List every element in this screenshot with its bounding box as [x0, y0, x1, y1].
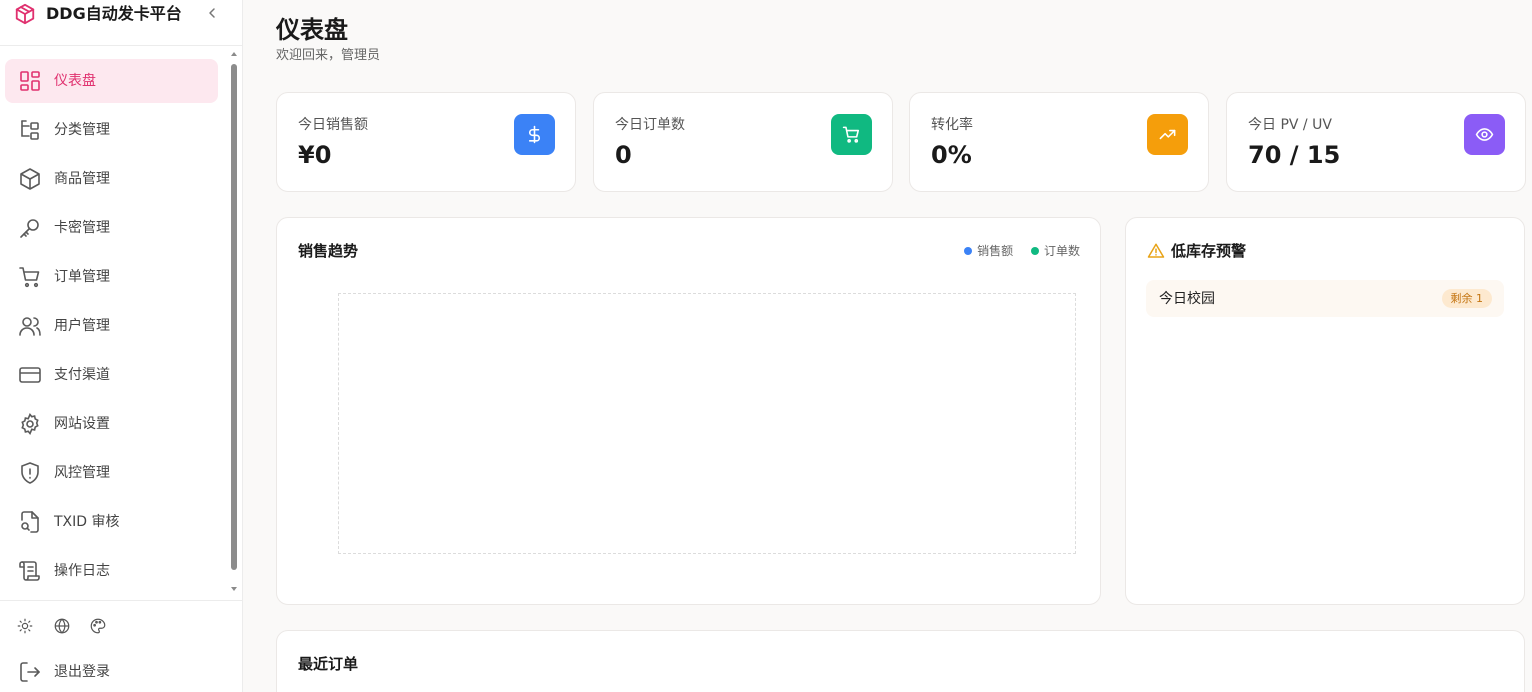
shield-alert-icon: [21, 462, 39, 484]
sidebar-item-label: 订单管理: [54, 269, 110, 285]
sidebar-item-label: 卡密管理: [54, 220, 110, 236]
sidebar-item-payment-channels[interactable]: 支付渠道: [5, 353, 218, 397]
stat-card-pv-uv: 今日 PV / UV 70 / 15: [1226, 92, 1526, 192]
low-stock-item[interactable]: 今日校园 剩余 1: [1146, 280, 1504, 317]
stat-icon-box: [831, 114, 872, 155]
logout-button[interactable]: 退出登录: [5, 654, 218, 690]
trending-up-icon: [1159, 129, 1176, 140]
stat-label: 今日销售额: [298, 117, 368, 133]
product-name: 今日校园: [1159, 291, 1215, 307]
legend-dot: [1030, 247, 1039, 255]
legend-item-sales: 销售额: [964, 243, 1013, 259]
app-name: DDG自动发卡平台: [46, 4, 182, 23]
sidebar-nav: 仪表盘 分类管理 商品管理 卡密管理 订单管理 用户管理 支付渠道 网站设置 风…: [0, 50, 230, 598]
palette-icon[interactable]: [89, 617, 107, 635]
stat-value: 0: [615, 141, 632, 169]
sidebar-item-label: 网站设置: [54, 416, 110, 432]
sidebar-item-products[interactable]: 商品管理: [5, 157, 218, 201]
stat-label: 今日 PV / UV: [1248, 117, 1332, 133]
category-icon: [21, 120, 39, 140]
sidebar-item-operation-logs[interactable]: 操作日志: [5, 549, 218, 593]
stat-card-sales: 今日销售额 ¥0: [276, 92, 576, 192]
legend-dot: [964, 247, 973, 255]
legend-label: 销售额: [977, 244, 1014, 258]
dollar-icon: [528, 125, 540, 144]
dashboard-icon: [20, 71, 40, 91]
cart-icon: [19, 267, 40, 288]
sidebar-item-site-settings[interactable]: 网站设置: [5, 402, 218, 446]
stat-value: 0%: [931, 141, 972, 169]
warning-triangle-icon: [1147, 243, 1165, 258]
sidebar-footer: 退出登录: [0, 600, 242, 692]
low-stock-panel: 低库存预警 今日校园 剩余 1: [1125, 217, 1525, 605]
credit-card-icon: [19, 367, 41, 383]
sidebar-item-label: 风控管理: [54, 465, 110, 481]
sidebar-item-label: 支付渠道: [54, 367, 110, 383]
remaining-badge: 剩余 1: [1441, 289, 1492, 308]
scroll-up-arrow-icon[interactable]: [230, 50, 238, 58]
sidebar: DDG自动发卡平台 仪表盘 分类管理 商品管理 卡密管理 订单管理 用户管理 支…: [0, 0, 243, 692]
main-content: 仪表盘 欢迎回来，管理员 今日销售额 ¥0 今日订单数 0 转化率 0% 今日 …: [243, 0, 1532, 692]
recent-orders-panel: 最近订单: [276, 630, 1525, 692]
sidebar-item-label: 操作日志: [54, 563, 110, 579]
sidebar-item-label: 用户管理: [54, 318, 110, 334]
cart-icon: [842, 126, 860, 143]
scrollbar-thumb[interactable]: [231, 64, 237, 570]
sidebar-item-categories[interactable]: 分类管理: [5, 108, 218, 152]
stat-card-orders: 今日订单数 0: [593, 92, 893, 192]
stat-icon-box: [514, 114, 555, 155]
sidebar-item-txid-review[interactable]: TXID 审核: [5, 500, 218, 544]
legend-label: 订单数: [1043, 244, 1080, 258]
sidebar-item-card-keys[interactable]: 卡密管理: [5, 206, 218, 250]
gear-icon: [21, 412, 39, 436]
sales-trend-panel: 销售趋势 销售额 订单数: [276, 217, 1101, 605]
scroll-icon: [19, 561, 40, 581]
chart-placeholder: [338, 293, 1076, 554]
panel-title: 销售趋势: [298, 242, 359, 260]
sidebar-scrollbar[interactable]: [229, 50, 239, 598]
globe-icon[interactable]: [53, 617, 71, 635]
stat-value: ¥0: [298, 141, 332, 169]
package-logo-icon: [15, 3, 35, 25]
sun-icon[interactable]: [16, 617, 34, 635]
scroll-down-arrow-icon[interactable]: [230, 585, 238, 593]
page-subtitle: 欢迎回来，管理员: [276, 48, 381, 63]
users-icon: [19, 317, 41, 336]
sidebar-item-label: 仪表盘: [54, 73, 96, 89]
sidebar-item-orders[interactable]: 订单管理: [5, 255, 218, 299]
stat-icon-box: [1147, 114, 1188, 155]
panel-title: 低库存预警: [1171, 242, 1247, 260]
brand-header: DDG自动发卡平台: [0, 0, 242, 46]
page-title: 仪表盘: [276, 16, 348, 44]
stat-label: 转化率: [931, 117, 973, 133]
panel-title: 最近订单: [298, 655, 359, 673]
file-search-icon: [21, 511, 39, 533]
stat-card-conversion: 转化率 0%: [909, 92, 1209, 192]
stat-icon-box: [1464, 114, 1505, 155]
sidebar-item-label: TXID 审核: [54, 514, 120, 530]
sidebar-item-users[interactable]: 用户管理: [5, 304, 218, 348]
app-root: DDG自动发卡平台 仪表盘 分类管理 商品管理 卡密管理 订单管理 用户管理 支…: [0, 0, 1532, 692]
stat-value: 70 / 15: [1248, 141, 1341, 169]
logout-label: 退出登录: [54, 664, 110, 680]
key-icon: [20, 219, 39, 238]
eye-icon: [1475, 128, 1494, 141]
sidebar-item-risk-control[interactable]: 风控管理: [5, 451, 218, 495]
box-icon: [20, 168, 40, 190]
legend-item-orders: 订单数: [1030, 243, 1080, 259]
chart-legend: 销售额 订单数: [950, 243, 1080, 259]
sidebar-item-label: 商品管理: [54, 171, 110, 187]
stat-label: 今日订单数: [615, 117, 685, 133]
sidebar-item-dashboard[interactable]: 仪表盘: [5, 59, 218, 103]
sidebar-item-label: 分类管理: [54, 122, 110, 138]
logout-icon: [20, 662, 40, 682]
chevron-left-icon[interactable]: [204, 5, 220, 21]
